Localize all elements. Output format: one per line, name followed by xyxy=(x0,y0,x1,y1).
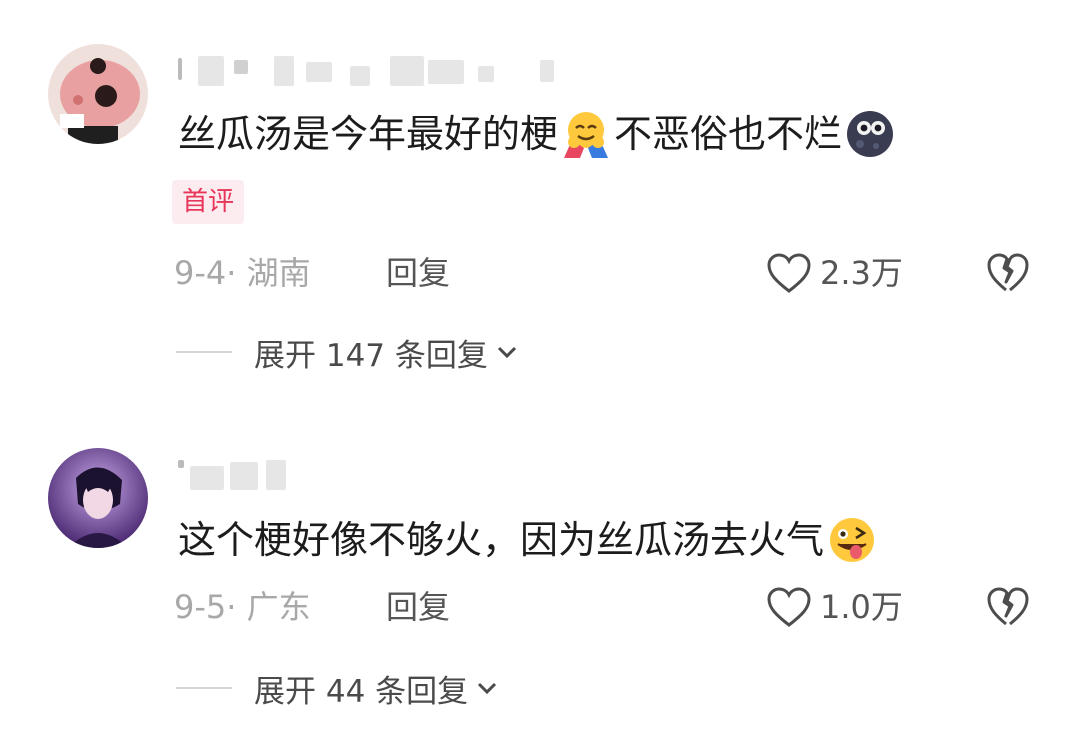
chevron-down-icon xyxy=(478,682,497,695)
expand-replies-label: 展开 147 条回复 xyxy=(254,337,488,374)
avatar[interactable] xyxy=(48,44,148,144)
first-comment-badge: 首评 xyxy=(172,180,245,224)
username-blurred[interactable] xyxy=(178,56,558,86)
comment-item: 这个梗好像不够火，因为丝瓜汤去火气 9-5· 广东 回复 1.0万 展开 44 … xyxy=(0,420,1080,732)
divider xyxy=(176,687,232,689)
divider xyxy=(176,351,232,353)
comment-text: 丝瓜汤是今年最好的梗 不恶俗也不烂 xyxy=(178,108,898,160)
new-moon-face-icon xyxy=(844,108,896,160)
reply-button[interactable]: 回复 xyxy=(386,582,450,632)
comment-text-part: 丝瓜汤是今年最好的梗 xyxy=(178,112,559,156)
username-blurred[interactable] xyxy=(178,460,288,490)
heart-icon xyxy=(767,587,811,627)
like-count: 1.0万 xyxy=(820,588,903,626)
heart-icon xyxy=(767,253,811,293)
avatar[interactable] xyxy=(48,448,148,548)
like-button[interactable]: 2.3万 xyxy=(766,248,903,298)
comment-item: 丝瓜汤是今年最好的梗 不恶俗也不烂 首评 9-4· 湖南 回复 2.3万 展开 … xyxy=(0,0,1080,390)
like-count: 2.3万 xyxy=(820,254,903,292)
dislike-button[interactable] xyxy=(986,252,1030,308)
comment-meta-row: 9-5· 广东 回复 1.0万 xyxy=(174,582,1034,632)
comment-meta-row: 9-4· 湖南 回复 2.3万 xyxy=(174,248,1034,298)
date-location: 9-4· 湖南 xyxy=(174,254,311,292)
reply-button[interactable]: 回复 xyxy=(386,248,450,298)
comment-text-part: 这个梗好像不够火，因为丝瓜汤去火气 xyxy=(178,518,825,562)
expand-replies[interactable]: 展开 147 条回复 xyxy=(176,330,518,374)
expand-replies-label: 展开 44 条回复 xyxy=(254,673,469,710)
comment-text-part: 不恶俗也不烂 xyxy=(614,112,843,156)
dislike-button[interactable] xyxy=(986,586,1030,642)
like-button[interactable]: 1.0万 xyxy=(766,582,903,632)
broken-heart-icon xyxy=(987,253,1029,292)
date-location: 9-5· 广东 xyxy=(174,588,311,626)
chevron-down-icon xyxy=(497,346,516,359)
expand-replies[interactable]: 展开 44 条回复 xyxy=(176,666,498,710)
comment-text: 这个梗好像不够火，因为丝瓜汤去火气 xyxy=(178,514,880,566)
hugging-face-emoji-icon xyxy=(560,108,612,160)
broken-heart-icon xyxy=(987,587,1029,626)
winking-tongue-face-icon xyxy=(826,514,878,566)
